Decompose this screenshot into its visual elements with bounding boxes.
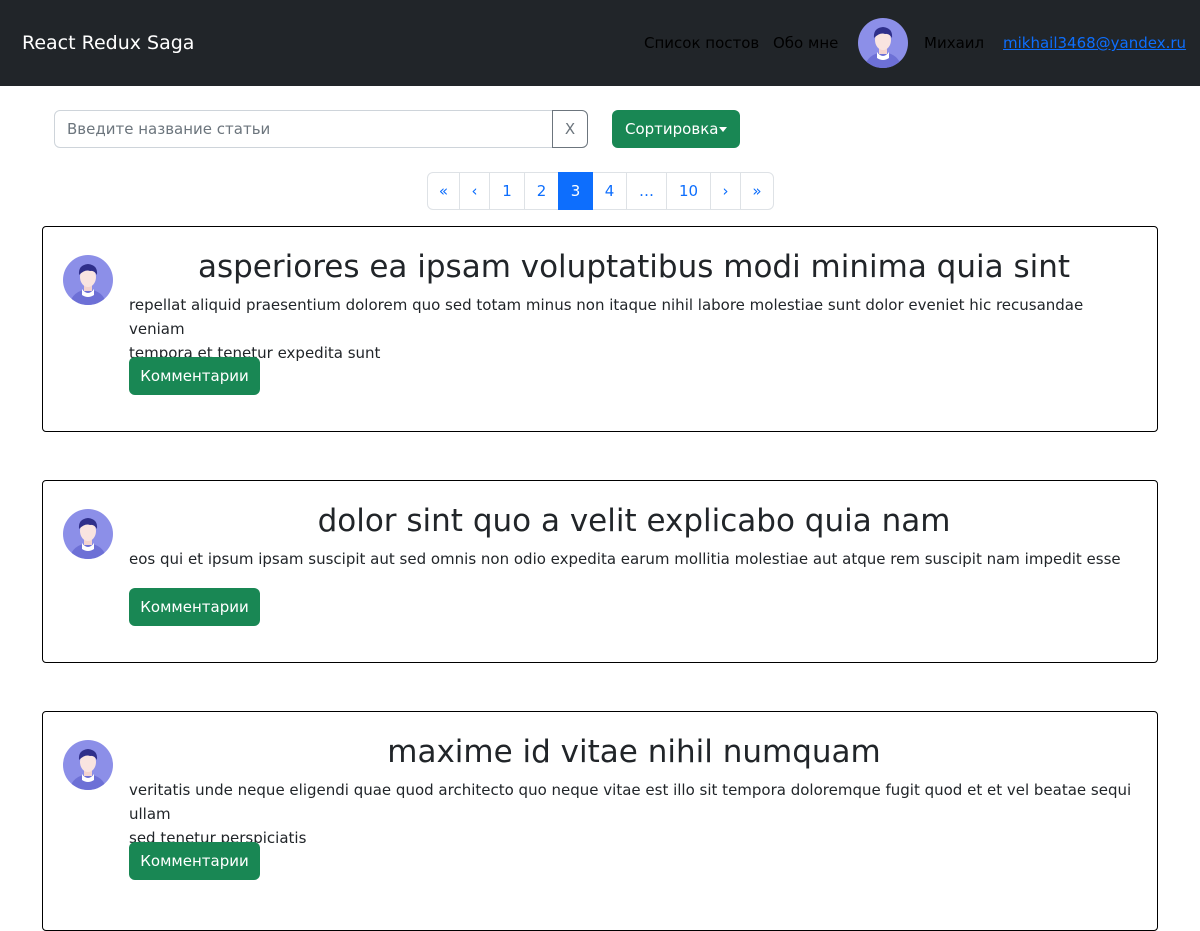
- clear-search-button[interactable]: X: [552, 110, 588, 148]
- post-body: eos qui et ipsum ipsam suscipit aut sed …: [129, 547, 1139, 571]
- nav-link-posts[interactable]: Список постов: [644, 33, 759, 53]
- page-button-10[interactable]: 10: [666, 172, 711, 210]
- page-first-button[interactable]: «: [427, 172, 460, 210]
- page-button-1[interactable]: 1: [489, 172, 525, 210]
- user-email-link[interactable]: mikhail3468@yandex.ru: [1003, 33, 1186, 53]
- page-last-button[interactable]: »: [740, 172, 774, 210]
- caret-down-icon: [719, 127, 727, 132]
- comments-button[interactable]: Комментарии: [129, 588, 260, 626]
- author-avatar-icon: [63, 740, 113, 790]
- post-card: dolor sint quo a velit explicabo quia na…: [42, 480, 1158, 663]
- post-body-line: eos qui et ipsum ipsam suscipit aut sed …: [129, 550, 1121, 568]
- post-card: maxime id vitae nihil numquam veritatis …: [42, 711, 1158, 931]
- post-card: asperiores ea ipsam voluptatibus modi mi…: [42, 226, 1158, 432]
- sort-dropdown-button[interactable]: Сортировка: [612, 110, 740, 148]
- comments-button[interactable]: Комментарии: [129, 357, 260, 395]
- pagination: « ‹ 1 2 3 4 … 10 › »: [427, 172, 774, 210]
- post-body-line: tempora et tenetur expedita sunt: [129, 344, 381, 362]
- page-button-2[interactable]: 2: [524, 172, 559, 210]
- post-body: repellat aliquid praesentium dolorem quo…: [129, 293, 1139, 365]
- top-navbar: React Redux Saga Список постов Обо мне М…: [0, 0, 1200, 86]
- nav-link-about[interactable]: Обо мне: [773, 33, 838, 53]
- search-group: X: [54, 110, 588, 148]
- user-name: Михаил: [924, 34, 985, 52]
- comments-button[interactable]: Комментарии: [129, 842, 260, 880]
- post-title: asperiores ea ipsam voluptatibus modi mi…: [197, 249, 1071, 285]
- post-body: veritatis unde neque eligendi quae quod …: [129, 778, 1139, 850]
- user-avatar-icon: [858, 18, 908, 68]
- post-body-line: veritatis unde neque eligendi quae quod …: [129, 781, 1132, 823]
- page-next-button[interactable]: ›: [710, 172, 741, 210]
- post-body-line: sed tenetur perspiciatis: [129, 829, 307, 847]
- page-prev-button[interactable]: ‹: [459, 172, 490, 210]
- sort-button-label: Сортировка: [625, 120, 719, 138]
- post-title: dolor sint quo a velit explicabo quia na…: [317, 503, 951, 539]
- author-avatar-icon: [63, 255, 113, 305]
- author-avatar-icon: [63, 509, 113, 559]
- page-button-3-active[interactable]: 3: [558, 172, 593, 210]
- page-button-4[interactable]: 4: [592, 172, 627, 210]
- brand-link[interactable]: React Redux Saga: [22, 31, 194, 55]
- post-body-line: repellat aliquid praesentium dolorem quo…: [129, 296, 1084, 338]
- search-input[interactable]: [54, 110, 553, 148]
- page-ellipsis[interactable]: …: [626, 172, 667, 210]
- post-title: maxime id vitae nihil numquam: [387, 734, 881, 770]
